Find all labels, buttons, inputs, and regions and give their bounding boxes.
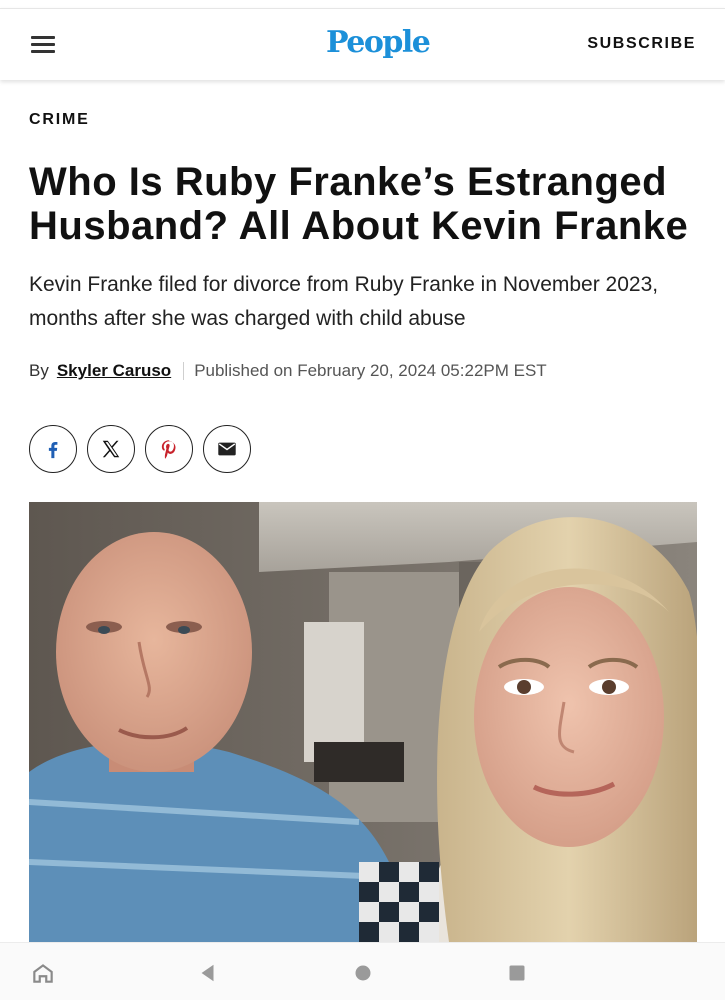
menu-icon[interactable] [31, 35, 55, 53]
x-share-button[interactable] [87, 425, 135, 473]
recents-icon[interactable] [504, 960, 530, 986]
article-hero-image[interactable] [29, 502, 697, 942]
email-share-button[interactable] [203, 425, 251, 473]
system-navigation-bar [0, 942, 725, 1000]
author-link[interactable]: Skyler Caruso [57, 361, 171, 381]
byline-divider [183, 362, 185, 380]
category-label[interactable]: CRIME [29, 111, 90, 129]
x-icon [102, 440, 120, 458]
circle-home-icon[interactable] [350, 960, 376, 986]
share-buttons [29, 425, 251, 473]
facebook-share-button[interactable] [29, 425, 77, 473]
byline: By Skyler Caruso Published on February 2… [29, 361, 697, 381]
article-dek: Kevin Franke filed for divorce from Ruby… [29, 273, 659, 330]
pinterest-icon [161, 440, 176, 459]
published-date: Published on February 20, 2024 05:22PM E… [194, 361, 547, 380]
subscribe-link[interactable]: SUBSCRIBE [587, 35, 696, 53]
site-header: People SUBSCRIBE [0, 8, 725, 80]
pinterest-share-button[interactable] [145, 425, 193, 473]
byline-prefix: By [29, 361, 49, 380]
back-icon[interactable] [195, 960, 221, 986]
people-logo[interactable]: People [326, 26, 431, 60]
home-icon[interactable] [30, 960, 56, 986]
facebook-icon [48, 441, 58, 459]
article-headline: Who Is Ruby Franke’s Estranged Husband? … [29, 160, 689, 248]
email-icon [218, 442, 236, 456]
